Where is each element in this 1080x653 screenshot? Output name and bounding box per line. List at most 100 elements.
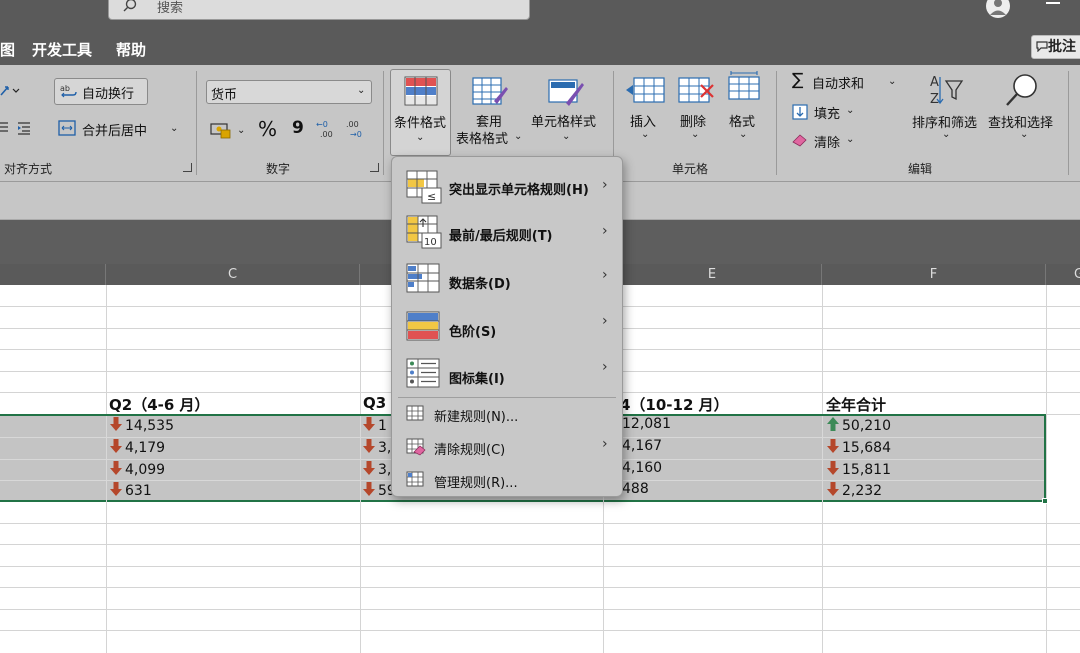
table-cell-q4[interactable]: 488: [622, 481, 649, 497]
grid-line: [0, 544, 1080, 545]
comment-label: 批注: [1048, 39, 1076, 55]
fill-handle[interactable]: [1042, 498, 1048, 504]
arrow-down-icon: [110, 439, 122, 453]
manage-rules-icon: [406, 471, 424, 487]
header-q3[interactable]: Q3: [363, 394, 386, 412]
alignment-launcher-icon[interactable]: [183, 163, 192, 172]
chevron-down-icon: ⌄: [514, 131, 523, 142]
column-header-b[interactable]: [0, 264, 106, 285]
chevron-down-icon: ⌄: [846, 105, 855, 116]
chevron-down-icon: ⌄: [888, 76, 897, 87]
clear-label: 清除: [814, 136, 841, 151]
header-total[interactable]: 全年合计: [826, 394, 886, 415]
table-cell-q3[interactable]: 3,: [362, 438, 391, 456]
column-header-g[interactable]: G: [1046, 264, 1080, 285]
orientation-icon[interactable]: [0, 83, 22, 97]
table-cell-q2[interactable]: 4,099: [109, 460, 165, 478]
column-header-e[interactable]: E: [603, 264, 822, 285]
svg-text:A: A: [930, 75, 939, 90]
cell-value: 4,160: [622, 460, 663, 476]
insert-button[interactable]: 插入 ⌄: [624, 73, 668, 153]
tab-view[interactable]: 图: [0, 39, 15, 60]
percent-style-button[interactable]: %: [258, 117, 277, 141]
tab-help[interactable]: 帮助: [116, 39, 146, 60]
accounting-format-icon[interactable]: [210, 121, 232, 139]
svg-text:.00: .00: [346, 120, 359, 129]
table-cell-q2[interactable]: 14,535: [109, 416, 174, 434]
fill-label: 填充: [814, 107, 841, 122]
ribbon-tabs: 图 开发工具 帮助: [0, 30, 1080, 65]
account-avatar-icon[interactable]: [985, 0, 1011, 19]
number-launcher-icon[interactable]: [370, 163, 379, 172]
chevron-down-icon[interactable]: ⌄: [237, 125, 245, 136]
cell-styles-button[interactable]: 单元格样式 ⌄: [530, 69, 602, 156]
cell-value: 3,: [378, 440, 392, 456]
menu-item-label: 管理规则(R)...: [434, 476, 518, 491]
menu-item-manage-rules[interactable]: 管理规则(R)...: [392, 467, 622, 495]
menu-item-clear-rules[interactable]: 清除规则(C) ›: [392, 434, 622, 462]
table-cell-q4[interactable]: 4,167: [622, 438, 662, 454]
cell-value: 2,232: [842, 483, 883, 499]
table-cell-q2[interactable]: 631: [109, 481, 152, 499]
cell-value: 15,811: [842, 462, 891, 478]
conditional-formatting-button[interactable]: 条件格式 ⌄: [390, 69, 451, 156]
minimize-button[interactable]: [1046, 2, 1060, 4]
format-as-table-button[interactable]: 套用 表格格式 ⌄: [456, 69, 526, 156]
menu-item-label: 突出显示单元格规则(H): [449, 183, 589, 198]
column-header-f[interactable]: F: [822, 264, 1046, 285]
chevron-down-icon: ⌄: [942, 129, 951, 140]
wrap-text-button[interactable]: ab 自动换行: [54, 78, 148, 105]
clear-button[interactable]: 清除 ⌄: [790, 130, 860, 152]
menu-item-color-scales[interactable]: 色阶(S) ›: [392, 301, 622, 347]
header-q2[interactable]: Q2（4-6 月）: [109, 394, 210, 415]
number-format-select[interactable]: 货币 ⌄: [206, 80, 372, 104]
menu-item-label: 数据条(D): [449, 277, 511, 292]
group-divider: [196, 71, 197, 175]
comma-style-button[interactable]: 9: [292, 118, 304, 138]
data-bars-icon: [406, 263, 440, 293]
menu-item-new-rule[interactable]: 新建规则(N)...: [392, 401, 622, 429]
table-cell-q4[interactable]: 12,081: [622, 416, 671, 432]
menu-item-label: 图标集(I): [449, 372, 505, 387]
indent-icons[interactable]: [0, 121, 38, 135]
chevron-down-icon: ⌄: [562, 131, 571, 142]
menu-item-highlight-rules[interactable]: ≤ 突出显示单元格规则(H) ›: [392, 163, 622, 209]
column-header-c[interactable]: C: [106, 264, 360, 285]
search-box[interactable]: 搜索: [108, 0, 530, 20]
table-cell-total[interactable]: 15,684: [826, 438, 891, 456]
autosum-button[interactable]: ∑ 自动求和 ⌄: [790, 70, 900, 93]
increase-decimal-icon[interactable]: ←0.00: [316, 119, 338, 139]
table-cell-q4[interactable]: 4,160: [622, 460, 662, 476]
table-cell-total[interactable]: 2,232: [826, 481, 882, 499]
tab-developer[interactable]: 开发工具: [32, 39, 92, 60]
grid-line: [0, 587, 1080, 588]
sort-filter-button[interactable]: AZ 排序和筛选 ⌄: [910, 71, 982, 153]
menu-item-top-bottom-rules[interactable]: 10 最前/最后规则(T) ›: [392, 209, 622, 255]
menu-item-icon-sets[interactable]: 图标集(I) ›: [392, 347, 622, 393]
menu-item-data-bars[interactable]: 数据条(D) ›: [392, 255, 622, 301]
delete-button[interactable]: 删除 ⌄: [676, 73, 716, 153]
eraser-icon: [792, 134, 807, 147]
decrease-decimal-icon[interactable]: .00→0: [346, 119, 368, 139]
find-select-button[interactable]: 查找和选择 ⌄: [988, 71, 1060, 153]
cell-value: 12,081: [622, 416, 671, 432]
cell-value: 4,099: [125, 462, 166, 478]
number-format-value: 货币: [211, 88, 238, 103]
search-placeholder: 搜索: [157, 1, 184, 16]
editing-group-label: 编辑: [908, 162, 933, 176]
table-cell-total[interactable]: 50,210: [826, 416, 891, 434]
cell-value: 50,210: [842, 418, 891, 434]
comment-icon: [1036, 41, 1048, 53]
sort-filter-icon: AZ: [930, 75, 964, 107]
table-cell-q3[interactable]: 3,: [362, 460, 391, 478]
format-cells-button[interactable]: 格式 ⌄: [724, 71, 764, 153]
header-q4[interactable]: 4（10-12 月）: [620, 394, 729, 415]
comment-button[interactable]: 批注: [1031, 35, 1080, 59]
table-cell-q2[interactable]: 4,179: [109, 438, 165, 456]
chevron-down-icon: ⌄: [739, 129, 748, 140]
table-cell-total[interactable]: 15,811: [826, 460, 891, 478]
fill-button[interactable]: 填充 ⌄: [790, 101, 860, 123]
table-cell-q3[interactable]: 1: [362, 416, 387, 434]
menu-item-label: 新建规则(N)...: [434, 410, 519, 425]
merge-center-button[interactable]: 合并后居中 ⌄: [56, 117, 184, 141]
